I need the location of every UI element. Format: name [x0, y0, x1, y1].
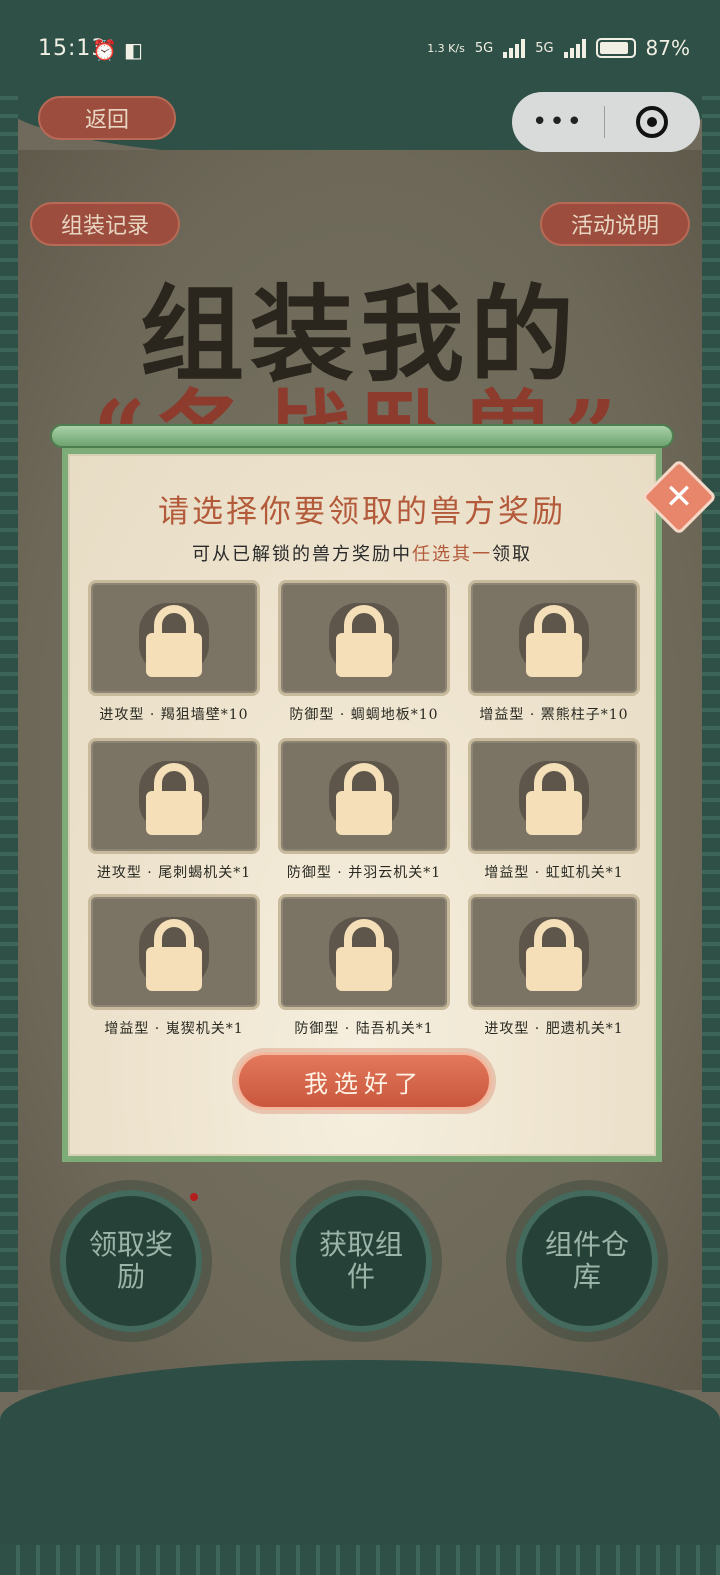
bottom-border: [0, 1545, 720, 1575]
modal-subtitle: 可从已解锁的兽方奖励中任选其一领取: [68, 540, 656, 566]
claim-reward-button[interactable]: 领取奖励: [60, 1190, 202, 1332]
reward-image: [468, 894, 640, 1010]
reward-image: [468, 738, 640, 854]
reward-card[interactable]: 进攻型 · 羯狙墙壁*10: [88, 580, 260, 724]
reward-card[interactable]: 防御型 · 并羽云机关*1: [278, 738, 450, 882]
lock-icon: [336, 919, 392, 991]
mini-program-capsule: •••: [512, 92, 700, 152]
net-type-1: 5G: [474, 40, 494, 56]
page-subtitle: “各战卧兽”: [0, 360, 720, 430]
signal-icon: [503, 38, 526, 58]
status-bar: 15:13 ⏰ ◧ 1.3 K/s 5G 5G 87%: [0, 0, 720, 92]
reward-image: [88, 580, 260, 696]
modal-title: 请选择你要领取的兽方奖励: [158, 494, 566, 530]
battery-level: 87%: [645, 36, 690, 60]
signal-icon-2: [563, 38, 586, 58]
modal-subtitle-suffix: 领取: [492, 544, 532, 565]
reward-card[interactable]: 增益型 · 虹虹机关*1: [468, 738, 640, 882]
alarm-icon: ⏰: [92, 38, 117, 62]
net-speed: 1.3 K/s: [427, 41, 465, 55]
lock-icon: [336, 763, 392, 835]
reward-label: 增益型 · 嵬猰机关*1: [104, 1021, 244, 1037]
scroll-rod: [50, 424, 674, 448]
reward-card[interactable]: 防御型 · 陆吾机关*1: [278, 894, 450, 1038]
modal-subtitle-highlight: 任选其一: [412, 544, 492, 565]
lock-icon: [526, 919, 582, 991]
lock-icon: [526, 763, 582, 835]
reward-image: [468, 580, 640, 696]
lock-icon: [336, 605, 392, 677]
close-program-icon[interactable]: [605, 106, 699, 138]
reward-image: [278, 580, 450, 696]
lock-icon: [146, 605, 202, 677]
reward-modal: 请选择你要领取的兽方奖励 可从已解锁的兽方奖励中任选其一领取 进攻型 · 羯狙墙…: [62, 448, 662, 1162]
reward-label: 进攻型 · 羯狙墙壁*10: [99, 707, 249, 723]
get-component-button[interactable]: 获取组件: [290, 1190, 432, 1332]
battery-icon: [595, 38, 636, 58]
reward-label: 防御型 · 蜩蜩地板*10: [289, 707, 439, 723]
back-button[interactable]: 返回: [38, 96, 176, 140]
reward-card[interactable]: 增益型 · 罴熊柱子*10: [468, 580, 640, 724]
reward-image: [88, 894, 260, 1010]
notification-dot: [190, 1193, 198, 1201]
reward-card[interactable]: 进攻型 · 肥遗机关*1: [468, 894, 640, 1038]
reward-image: [278, 738, 450, 854]
reward-card[interactable]: 进攻型 · 尾刺蝎机关*1: [88, 738, 260, 882]
bottom-banner: [0, 1360, 720, 1575]
activity-rules-button[interactable]: 活动说明: [540, 202, 690, 246]
lock-icon: [146, 919, 202, 991]
lock-icon: [526, 605, 582, 677]
net-type-2: 5G: [535, 40, 554, 56]
reward-label: 进攻型 · 尾刺蝎机关*1: [96, 865, 252, 881]
reward-label: 增益型 · 罴熊柱子*10: [479, 707, 629, 723]
reward-label: 防御型 · 并羽云机关*1: [286, 865, 442, 881]
reward-label: 防御型 · 陆吾机关*1: [294, 1021, 434, 1037]
reward-label: 进攻型 · 肥遗机关*1: [484, 1021, 624, 1037]
assembly-record-button[interactable]: 组装记录: [30, 202, 180, 246]
reward-label: 增益型 · 虹虹机关*1: [484, 865, 624, 881]
confirm-button[interactable]: 我选好了: [236, 1052, 492, 1110]
reward-image: [88, 738, 260, 854]
reward-image: [278, 894, 450, 1010]
component-storage-button[interactable]: 组件仓库: [516, 1190, 658, 1332]
close-icon: ✕: [664, 477, 694, 517]
app-icon: ◧: [124, 38, 143, 62]
more-icon[interactable]: •••: [512, 107, 604, 137]
lock-icon: [146, 763, 202, 835]
reward-card[interactable]: 增益型 · 嵬猰机关*1: [88, 894, 260, 1038]
reward-card[interactable]: 防御型 · 蜩蜩地板*10: [278, 580, 450, 724]
modal-subtitle-prefix: 可从已解锁的兽方奖励中: [192, 544, 412, 565]
